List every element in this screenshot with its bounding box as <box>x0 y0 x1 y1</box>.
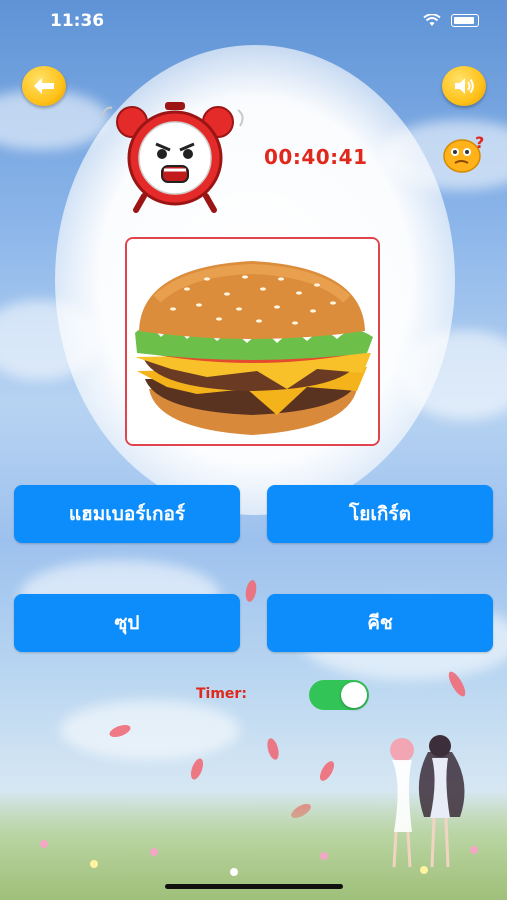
girls-illustration <box>390 735 465 868</box>
hamburger-image <box>127 239 378 444</box>
sound-button[interactable] <box>442 66 486 106</box>
speaker-icon <box>455 78 474 94</box>
back-arrow-icon <box>34 78 54 94</box>
toggle-knob <box>341 682 367 708</box>
timer-label: Timer: <box>196 686 247 702</box>
status-time: 11:36 <box>50 11 105 31</box>
wifi-icon <box>423 14 441 26</box>
answer-button-3[interactable]: ซุป <box>14 594 240 652</box>
answer-button-2[interactable]: โยเกิร์ต <box>267 485 493 543</box>
answer-button-4[interactable]: คีช <box>267 594 493 652</box>
alarm-clock-icon <box>101 102 244 213</box>
battery-icon <box>451 14 479 27</box>
question-emoji-icon[interactable]: ? <box>442 132 488 174</box>
countdown-timer: 00:40:41 <box>264 145 368 169</box>
status-icons <box>423 14 479 27</box>
timer-toggle[interactable] <box>309 680 369 710</box>
home-indicator[interactable] <box>165 884 343 889</box>
back-button[interactable] <box>22 66 66 106</box>
svg-text:?: ? <box>475 133 484 152</box>
answer-button-1[interactable]: แฮมเบอร์เกอร์ <box>14 485 240 543</box>
question-image-card <box>125 237 380 446</box>
